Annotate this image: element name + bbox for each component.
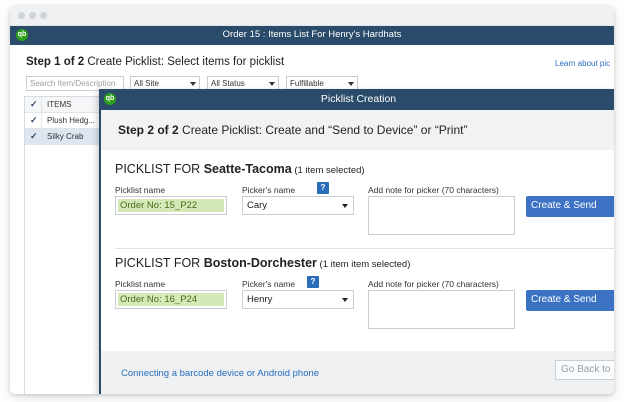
picker-select[interactable]: Cary xyxy=(242,196,354,215)
status-select-value: All Status xyxy=(211,79,245,88)
step2-text: Create Picklist: Create and “Send to Dev… xyxy=(178,123,468,137)
step1-text: Create Picklist: Select items for pickli… xyxy=(84,56,285,68)
learn-about-link[interactable]: Learn about pic xyxy=(555,59,610,68)
help-icon[interactable]: ? xyxy=(307,276,319,288)
picklist-name-value: Order No: 15_P22 xyxy=(118,199,224,212)
picker-select-value: Henry xyxy=(247,294,273,305)
pickers-name-label: Picker's name xyxy=(242,185,296,195)
help-icon[interactable]: ? xyxy=(317,182,329,194)
window-close-dot[interactable] xyxy=(18,12,25,19)
window-title: Order 15 : Items List For Henry's Hardha… xyxy=(222,29,402,40)
row-checkbox[interactable]: ✓ xyxy=(30,115,38,126)
modal-footer: Connecting a barcode device or Android p… xyxy=(101,351,614,394)
picklist-location: Boston-Dorchester xyxy=(203,256,317,270)
window-chrome xyxy=(10,6,614,26)
step1-step-number: Step 1 of 2 xyxy=(26,56,85,68)
step1-heading: Step 1 of 2 Create Picklist: Select item… xyxy=(26,56,284,68)
create-send-button[interactable]: Create & Send xyxy=(526,196,614,217)
row-checkbox[interactable]: ✓ xyxy=(30,131,38,142)
items-column-header: ITEMS xyxy=(47,100,72,109)
items-table-header: ✓ ITEMS xyxy=(25,97,99,113)
pickers-name-label: Picker's name xyxy=(242,279,296,289)
site-select-value: All Site xyxy=(134,79,159,88)
table-row[interactable]: ✓ Plush Hedg... xyxy=(25,113,99,129)
window-minimize-dot[interactable] xyxy=(29,12,36,19)
picklist-title-boston: PICKLIST FOR Boston-Dorchester (1 item i… xyxy=(115,256,410,270)
picklist-prefix: PICKLIST FOR xyxy=(115,256,204,270)
note-label: Add note for picker (70 characters) xyxy=(368,279,499,289)
picklist-name-input[interactable]: Order No: 16_P24 xyxy=(115,290,227,309)
window-titlebar: qb Order 15 : Items List For Henry's Har… xyxy=(10,26,614,45)
picklist-location: Seatte-Tacoma xyxy=(203,162,292,176)
modal-title: Picklist Creation xyxy=(320,93,397,105)
create-send-button[interactable]: Create & Send xyxy=(526,290,614,311)
chevron-down-icon xyxy=(342,204,348,208)
note-label: Add note for picker (70 characters) xyxy=(368,185,499,195)
picklist-creation-modal: qb Picklist Creation Step 2 of 2 Create … xyxy=(99,89,614,394)
step2-heading: Step 2 of 2 Create Picklist: Create and … xyxy=(118,123,467,137)
items-table: ✓ ITEMS ✓ Plush Hedg... ✓ Silky Crab xyxy=(24,96,100,394)
picklist-title-seattle: PICKLIST FOR Seatte-Tacoma (1 item selec… xyxy=(115,162,365,176)
select-all-checkbox[interactable]: ✓ xyxy=(30,99,38,110)
step2-banner: Step 2 of 2 Create Picklist: Create and … xyxy=(101,110,614,150)
item-name: Silky Crab xyxy=(47,132,84,141)
fulfillable-select-value: Fulfillable xyxy=(290,79,324,88)
picklist-name-label: Picklist name xyxy=(115,279,166,289)
picklist-item-count: (1 item selected) xyxy=(291,165,365,176)
item-name: Plush Hedg... xyxy=(47,116,96,125)
step2-step-number: Step 2 of 2 xyxy=(118,123,179,137)
chevron-down-icon xyxy=(190,82,196,86)
picklist-divider xyxy=(115,248,614,249)
chevron-down-icon xyxy=(342,298,348,302)
picklist-item-count: (1 item item selected) xyxy=(316,259,411,270)
chevron-down-icon xyxy=(269,82,275,86)
picklist-name-label: Picklist name xyxy=(115,185,166,195)
table-row[interactable]: ✓ Silky Crab xyxy=(25,129,99,145)
chevron-down-icon xyxy=(348,82,354,86)
window-zoom-dot[interactable] xyxy=(40,12,47,19)
modal-header: qb Picklist Creation xyxy=(101,89,614,110)
picker-select-value: Cary xyxy=(247,200,268,211)
picklist-name-value: Order No: 16_P24 xyxy=(118,293,224,306)
picker-note-textarea[interactable] xyxy=(368,290,515,329)
go-back-button[interactable]: Go Back to xyxy=(555,360,614,380)
picker-note-textarea[interactable] xyxy=(368,196,515,235)
barcode-device-link[interactable]: Connecting a barcode device or Android p… xyxy=(121,368,319,379)
checkbox-column-divider xyxy=(41,97,42,145)
picker-select[interactable]: Henry xyxy=(242,290,354,309)
app-window: qb Order 15 : Items List For Henry's Har… xyxy=(10,6,614,394)
picklist-name-input[interactable]: Order No: 15_P22 xyxy=(115,196,227,215)
picklist-prefix: PICKLIST FOR xyxy=(115,162,204,176)
